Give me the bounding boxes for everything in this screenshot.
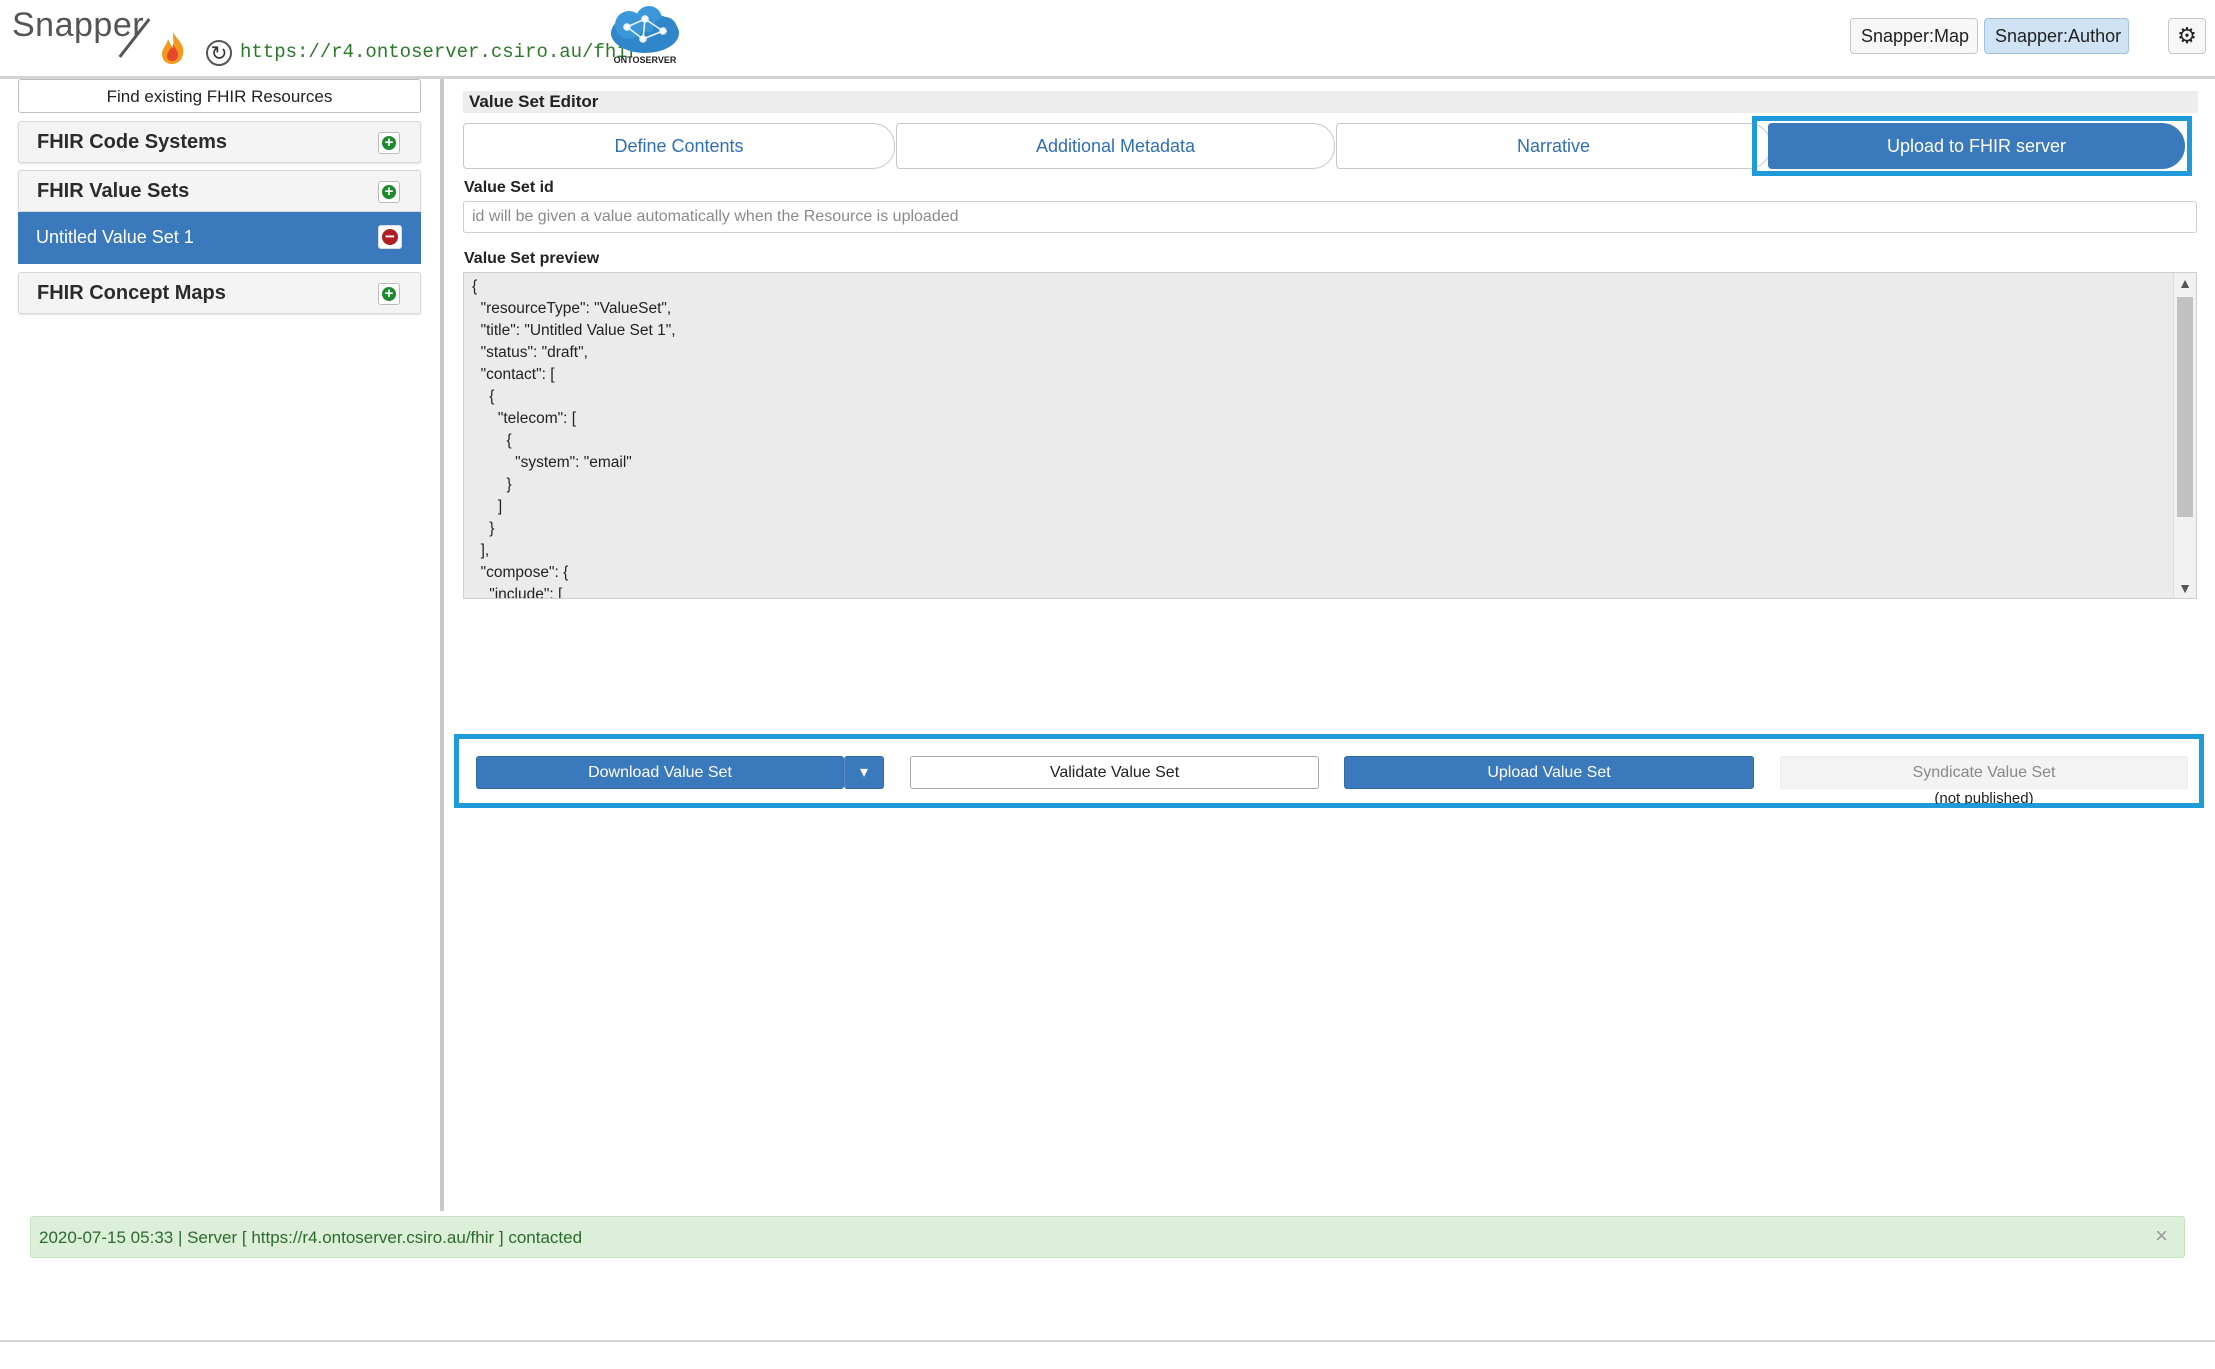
flame-icon (162, 32, 184, 64)
syndicate-status-note: (not published) (1934, 790, 2034, 804)
snapper-map-button[interactable]: Snapper:Map (1850, 18, 1978, 54)
editor-panel: Value Set Editor Define Contents Additio… (444, 79, 2215, 1211)
upload-value-set-button[interactable]: Upload Value Set (1344, 756, 1754, 789)
editor-title: Value Set Editor (463, 91, 2198, 113)
value-set-preview-textarea[interactable]: { "resourceType": "ValueSet", "title": "… (463, 272, 2197, 599)
sidebar: Find existing FHIR Resources FHIR Code S… (0, 79, 444, 1211)
add-concept-map-icon[interactable]: + (378, 283, 400, 305)
value-set-id-label: Value Set id (464, 179, 554, 196)
add-value-set-icon[interactable]: + (378, 181, 400, 203)
settings-button[interactable]: ⚙ (2168, 18, 2206, 54)
tab-upload-to-fhir-server[interactable]: Upload to FHIR server (1768, 123, 2185, 169)
sidebar-item-untitled-value-set[interactable]: Untitled Value Set 1 − (18, 212, 421, 264)
download-value-set-button[interactable]: Download Value Set (476, 756, 844, 789)
scrollbar-thumb[interactable] (2177, 297, 2193, 517)
ontoserver-label: ONTOSERVER (613, 55, 677, 65)
snapper-author-button[interactable]: Snapper:Author (1984, 18, 2129, 54)
scroll-down-arrow-icon[interactable]: ▼ (2174, 580, 2196, 596)
close-icon[interactable]: × (2155, 1223, 2168, 1249)
app-header: Snapper ↻ https://r4.ontoserver.csiro.au… (0, 0, 2215, 79)
preview-scrollbar[interactable]: ▲ ▼ (2173, 273, 2196, 598)
status-message: 2020-07-15 05:33 | Server [ https://r4.o… (39, 1228, 583, 1247)
value-set-preview-label: Value Set preview (464, 250, 600, 267)
syndicate-value-set-button: Syndicate Value Set (1780, 756, 2188, 789)
sidebar-section-label: FHIR Concept Maps (37, 282, 226, 304)
value-set-id-input[interactable] (463, 201, 2197, 233)
sidebar-section-label: FHIR Value Sets (37, 180, 190, 202)
download-options-dropdown[interactable]: ▾ (844, 756, 884, 789)
tab-additional-metadata[interactable]: Additional Metadata (896, 123, 1335, 169)
sidebar-item-label: Untitled Value Set 1 (36, 227, 194, 247)
footer-divider (0, 1340, 2215, 1342)
server-url[interactable]: https://r4.ontoserver.csiro.au/fhir (240, 41, 639, 63)
scroll-up-arrow-icon[interactable]: ▲ (2174, 275, 2196, 291)
sidebar-section-label: FHIR Code Systems (37, 131, 228, 153)
tab-narrative[interactable]: Narrative (1336, 123, 1771, 169)
gear-icon: ⚙ (2177, 23, 2197, 48)
refresh-icon[interactable]: ↻ (206, 40, 232, 66)
sidebar-section-concept-maps[interactable]: FHIR Concept Maps + (18, 272, 421, 314)
status-message-bar: 2020-07-15 05:33 | Server [ https://r4.o… (30, 1216, 2185, 1258)
caret-down-icon: ▾ (859, 764, 869, 781)
add-code-system-icon[interactable]: + (378, 132, 400, 154)
sidebar-section-code-systems[interactable]: FHIR Code Systems + (18, 121, 421, 163)
validate-value-set-button[interactable]: Validate Value Set (910, 756, 1319, 789)
sidebar-section-value-sets[interactable]: FHIR Value Sets + (18, 170, 421, 212)
remove-value-set-icon[interactable]: − (378, 225, 402, 249)
find-resources-button[interactable]: Find existing FHIR Resources (18, 79, 421, 113)
app-logo-text: Snapper (12, 6, 145, 44)
value-set-preview-content: { "resourceType": "ValueSet", "title": "… (472, 278, 676, 599)
tab-define-contents[interactable]: Define Contents (463, 123, 895, 169)
